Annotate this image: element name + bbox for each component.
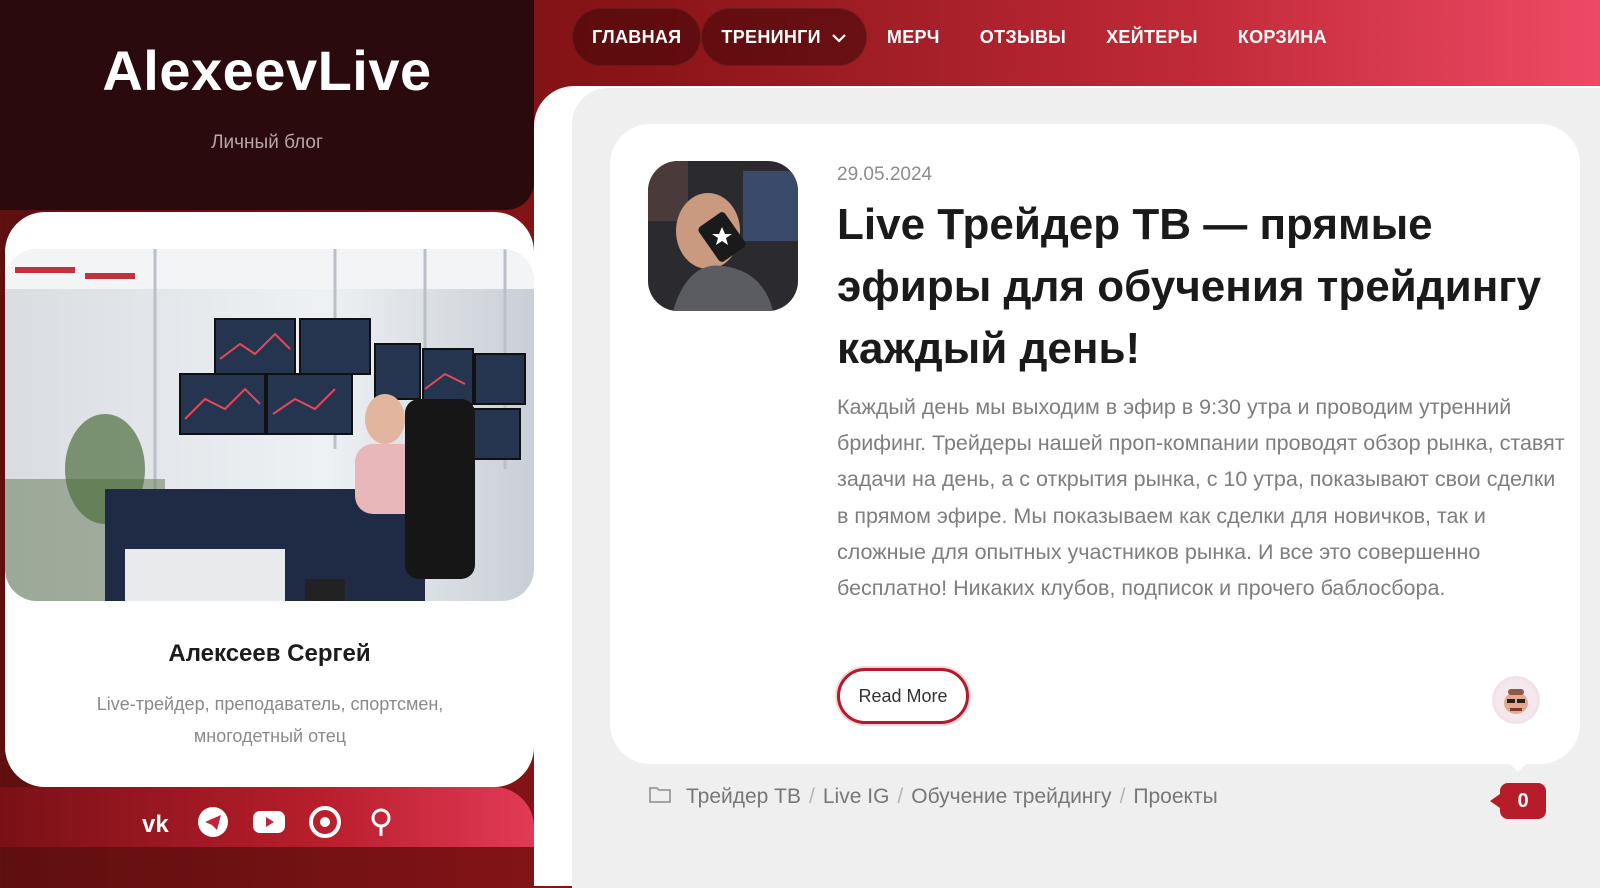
avatar-pointer [1506, 760, 1530, 772]
post-excerpt: Каждый день мы выходим в эфир в 9:30 утр… [837, 395, 1565, 601]
site-header: AlexeevLive Личный блог [0, 0, 534, 210]
nav-item-home[interactable]: ГЛАВНАЯ [572, 8, 702, 66]
category-link[interactable]: Трейдер ТВ [686, 785, 801, 809]
nav-label: ОТЗЫВЫ [979, 26, 1067, 47]
nav-label: МЕРЧ [886, 26, 940, 47]
vk-icon[interactable]: vk [140, 805, 174, 839]
rutube-icon[interactable] [308, 805, 342, 839]
nav-item-trainings[interactable]: ТРЕНИНГИ [701, 8, 867, 66]
author-name: Алексеев Сергей [168, 640, 371, 667]
post-categories: Трейдер ТВ / Live IG / Обучение трейдинг… [648, 784, 1218, 810]
nav-item-haters[interactable]: ХЕЙТЕРЫ [1086, 8, 1218, 66]
youtube-icon[interactable] [252, 805, 286, 839]
category-link[interactable]: Проекты [1133, 785, 1217, 809]
category-link[interactable]: Обучение трейдингу [911, 785, 1111, 809]
category-separator: / [1119, 785, 1126, 808]
category-separator: / [897, 785, 904, 808]
site-title[interactable]: AlexeevLive [0, 38, 534, 103]
nav-label: ГЛАВНАЯ [592, 26, 682, 47]
svg-text:vk: vk [142, 811, 169, 834]
social-bar: vk [0, 787, 534, 847]
nav-label: ХЕЙТЕРЫ [1106, 26, 1198, 47]
chevron-down-icon [831, 27, 847, 48]
nav-item-cart[interactable]: КОРЗИНА [1218, 8, 1347, 66]
nav-item-reviews[interactable]: ОТЗЫВЫ [960, 8, 1086, 66]
nav-label: ТРЕНИНГИ [721, 26, 821, 47]
post-title[interactable]: Live Трейдер ТВ — прямые эфиры для обуче… [837, 194, 1557, 380]
folder-icon [648, 784, 672, 810]
read-more-button[interactable]: Read More [837, 668, 969, 724]
main-nav: ГЛАВНАЯ ТРЕНИНГИ МЕРЧ ОТЗЫВЫ ХЕЙТЕРЫ КОР… [572, 8, 1347, 66]
telegram-icon[interactable] [196, 805, 230, 839]
site-subtitle: Личный блог [211, 132, 323, 153]
category-separator: / [809, 785, 815, 808]
comment-count-badge[interactable]: 0 [1490, 783, 1546, 819]
nav-label: КОРЗИНА [1237, 26, 1327, 47]
nav-item-merch[interactable]: МЕРЧ [867, 8, 960, 66]
author-avatar[interactable] [1495, 679, 1537, 721]
category-link[interactable]: Live IG [823, 785, 890, 809]
dzen-icon[interactable] [364, 805, 398, 839]
author-bio: Live-трейдер, преподаватель, спортсмен, … [96, 694, 444, 746]
post-thumbnail[interactable] [648, 161, 798, 311]
author-photo [5, 249, 534, 601]
post-date: 29.05.2024 [837, 164, 933, 185]
